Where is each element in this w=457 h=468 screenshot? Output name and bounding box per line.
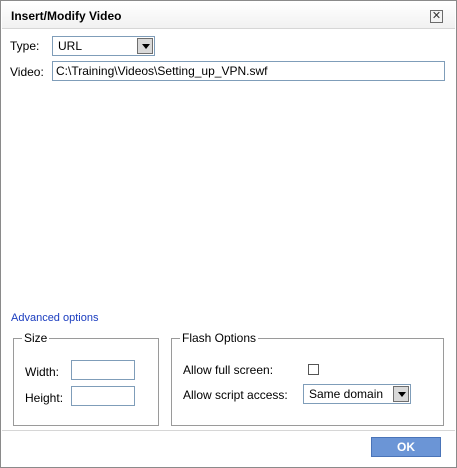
type-select[interactable]: URL <box>52 36 155 56</box>
close-icon[interactable]: ✕ <box>430 10 443 23</box>
script-access-label: Allow script access: <box>183 388 288 402</box>
flash-options-legend: Flash Options <box>182 331 257 345</box>
advanced-options-link[interactable]: Advanced options <box>11 312 98 324</box>
chevron-down-icon[interactable] <box>137 38 153 54</box>
flash-options-fieldset: Flash Options <box>171 331 444 426</box>
script-access-value: Same domain <box>309 387 384 401</box>
footer-divider <box>2 430 455 431</box>
video-path-input[interactable] <box>52 61 445 81</box>
fullscreen-label: Allow full screen: <box>183 363 274 377</box>
width-label: Width: <box>25 365 60 379</box>
fullscreen-checkbox[interactable] <box>308 364 319 375</box>
height-label: Height: <box>25 391 64 405</box>
type-label: Type: <box>10 39 40 53</box>
insert-video-dialog: Insert/Modify Video ✕ Type: URL Video: A… <box>0 0 457 468</box>
size-legend: Size <box>24 331 48 345</box>
ok-button[interactable]: OK <box>371 437 441 457</box>
height-input[interactable] <box>71 386 135 406</box>
chevron-down-icon[interactable] <box>393 386 409 402</box>
video-label: Video: <box>10 65 44 79</box>
dialog-title: Insert/Modify Video <box>11 9 122 23</box>
script-access-select[interactable]: Same domain <box>303 384 411 404</box>
dialog-titlebar: Insert/Modify Video ✕ <box>2 2 455 29</box>
type-select-value: URL <box>58 39 83 53</box>
width-input[interactable] <box>71 360 135 380</box>
